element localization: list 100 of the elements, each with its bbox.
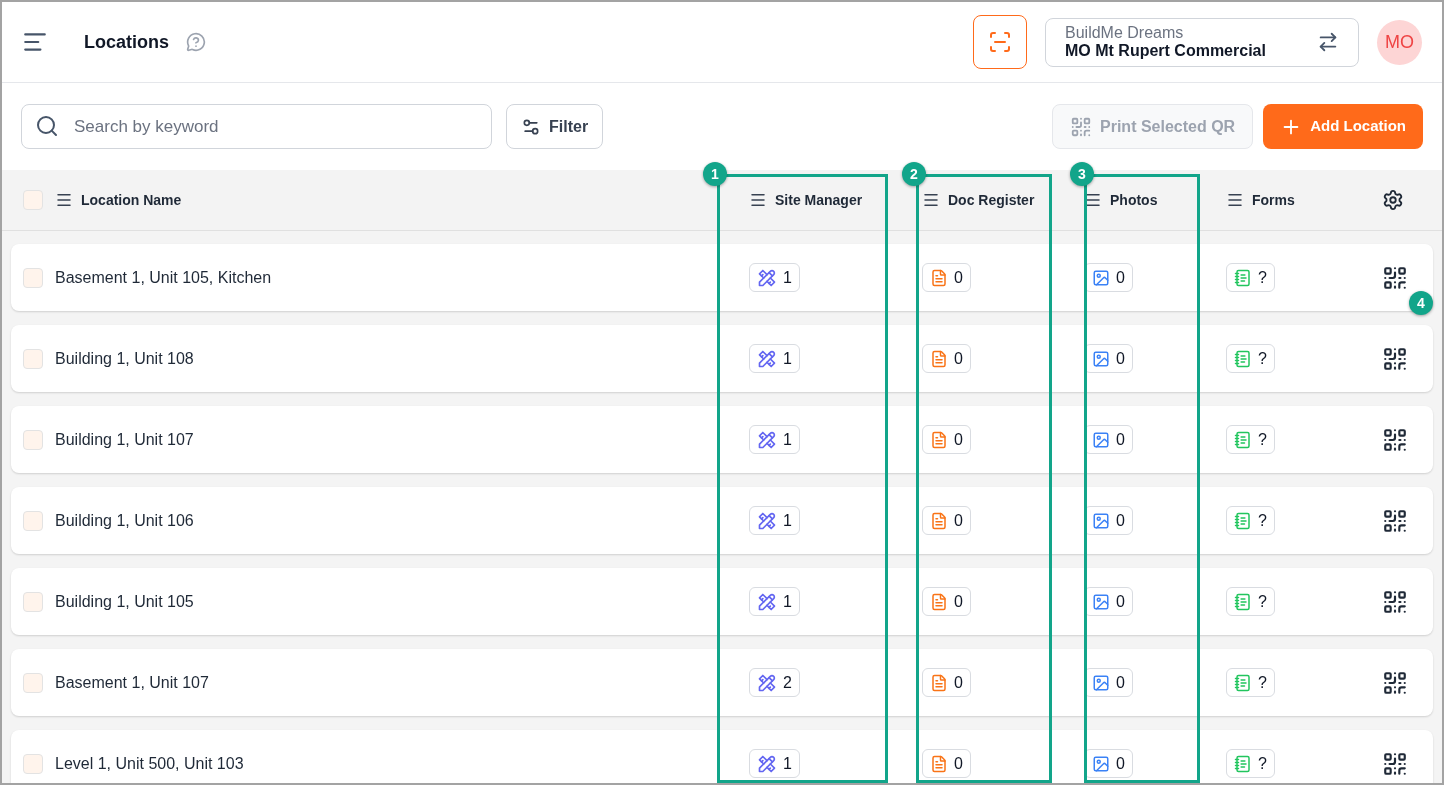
site-manager-count[interactable]: 1 [749, 587, 800, 616]
doc-register-count[interactable]: 0 [922, 263, 971, 292]
tools-icon [757, 753, 777, 774]
qr-code-icon[interactable] [1382, 588, 1408, 615]
table-row[interactable]: Building 1, Unit 108 1 0 0 ? [11, 325, 1433, 392]
site-manager-count[interactable]: 1 [749, 425, 800, 454]
doc-register-count[interactable]: 0 [922, 668, 971, 697]
forms-count[interactable]: ? [1226, 587, 1275, 616]
form-icon [1234, 268, 1252, 287]
document-icon [930, 754, 948, 773]
doc-register-count[interactable]: 0 [922, 425, 971, 454]
scan-button[interactable] [973, 15, 1027, 69]
location-name: Building 1, Unit 106 [55, 510, 194, 531]
document-icon [930, 349, 948, 368]
qr-code-icon[interactable] [1382, 669, 1408, 696]
tools-icon [757, 429, 777, 450]
table-row[interactable]: Building 1, Unit 106 1 0 0 ? [11, 487, 1433, 554]
image-icon [1092, 349, 1110, 368]
column-menu-icon[interactable] [1084, 191, 1102, 209]
search-icon [35, 114, 59, 138]
document-icon [930, 430, 948, 449]
checkbox[interactable] [23, 672, 43, 693]
forms-count[interactable]: ? [1226, 506, 1275, 535]
location-name: Level 1, Unit 500, Unit 103 [55, 753, 244, 774]
checkbox[interactable] [23, 190, 43, 210]
column-menu-icon[interactable] [749, 191, 767, 209]
scan-icon [988, 30, 1012, 54]
table-row[interactable]: Basement 1, Unit 107 2 0 0 ? [11, 649, 1433, 716]
column-header[interactable]: Location Name [81, 189, 182, 211]
doc-register-count[interactable]: 0 [922, 344, 971, 373]
column-header[interactable]: Site Manager [775, 189, 863, 211]
document-icon [930, 268, 948, 287]
checkbox[interactable] [23, 753, 43, 774]
location-name: Building 1, Unit 105 [55, 591, 194, 612]
filter-button[interactable]: Filter [506, 104, 604, 149]
location-name: Building 1, Unit 108 [55, 348, 194, 369]
checkbox[interactable] [23, 591, 43, 612]
document-icon [930, 673, 948, 692]
document-icon [930, 592, 948, 611]
site-manager-count[interactable]: 2 [749, 668, 800, 697]
checkbox[interactable] [23, 267, 43, 288]
forms-count[interactable]: ? [1226, 344, 1275, 373]
forms-count[interactable]: ? [1226, 749, 1275, 778]
form-icon [1234, 430, 1252, 449]
column-menu-icon[interactable] [1226, 191, 1244, 209]
qr-code-icon[interactable] [1382, 507, 1408, 534]
table-row[interactable]: Building 1, Unit 107 1 0 0 ? [11, 406, 1433, 473]
site-manager-count[interactable]: 1 [749, 506, 800, 535]
settings-icon[interactable] [1382, 189, 1404, 211]
column-menu-icon[interactable] [55, 191, 73, 209]
swap-icon [1317, 31, 1339, 53]
location-name: Building 1, Unit 107 [55, 429, 194, 450]
doc-register-count[interactable]: 0 [922, 749, 971, 778]
tools-icon [757, 348, 777, 369]
checkbox[interactable] [23, 510, 43, 531]
qr-code-icon[interactable] [1382, 750, 1408, 777]
photos-count[interactable]: 0 [1084, 587, 1133, 616]
qr-code-icon[interactable] [1382, 264, 1408, 291]
qr-code-icon[interactable] [1382, 345, 1408, 372]
image-icon [1092, 754, 1110, 773]
form-icon [1234, 511, 1252, 530]
form-icon [1234, 349, 1252, 368]
forms-count[interactable]: ? [1226, 668, 1275, 697]
qr-code-icon[interactable] [1382, 426, 1408, 453]
checkbox[interactable] [23, 348, 43, 369]
tools-icon [757, 267, 777, 288]
project-selector[interactable]: BuildMe Dreams MO Mt Rupert Commercial [1045, 17, 1359, 67]
tools-icon [757, 591, 777, 612]
column-header[interactable]: Forms [1252, 189, 1295, 211]
forms-count[interactable]: ? [1226, 263, 1275, 292]
site-manager-count[interactable]: 1 [749, 749, 800, 778]
column-header[interactable]: Doc Register [948, 189, 1035, 211]
photos-count[interactable]: 0 [1084, 668, 1133, 697]
image-icon [1092, 268, 1110, 287]
image-icon [1092, 592, 1110, 611]
column-menu-icon[interactable] [922, 191, 940, 209]
site-manager-count[interactable]: 1 [749, 263, 800, 292]
site-manager-count[interactable]: 1 [749, 344, 800, 373]
project-name: MO Mt Rupert Commercial [1065, 42, 1267, 60]
photos-count[interactable]: 0 [1084, 749, 1133, 778]
tools-icon [757, 672, 777, 693]
table-row[interactable]: Building 1, Unit 105 1 0 0 ? [11, 568, 1433, 635]
checkbox[interactable] [23, 429, 43, 450]
qr-icon [1070, 115, 1092, 138]
column-header[interactable]: Photos [1110, 189, 1158, 211]
company-name: BuildMe Dreams [1065, 24, 1185, 42]
search-field[interactable]: Search by keyword [21, 104, 492, 149]
image-icon [1092, 430, 1110, 449]
tools-icon [757, 510, 777, 531]
photos-count[interactable]: 0 [1084, 263, 1133, 292]
location-name: Basement 1, Unit 105, Kitchen [55, 267, 272, 288]
photos-count[interactable]: 0 [1084, 344, 1133, 373]
forms-count[interactable]: ? [1226, 425, 1275, 454]
table-row[interactable]: Level 1, Unit 500, Unit 103 1 0 0 ? [11, 730, 1433, 783]
doc-register-count[interactable]: 0 [922, 506, 971, 535]
step-marker: 4 [1409, 291, 1433, 315]
photos-count[interactable]: 0 [1084, 425, 1133, 454]
photos-count[interactable]: 0 [1084, 506, 1133, 535]
document-icon [930, 511, 948, 530]
doc-register-count[interactable]: 0 [922, 587, 971, 616]
